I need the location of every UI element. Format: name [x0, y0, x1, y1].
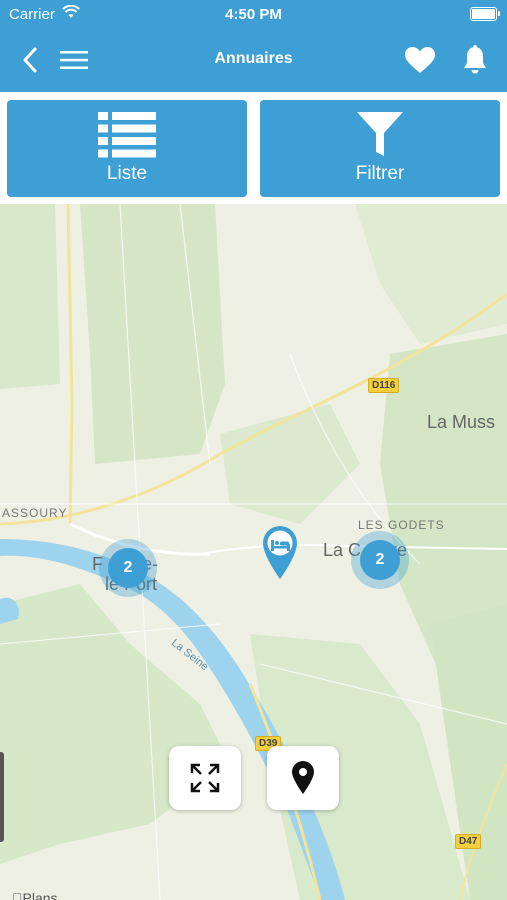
status-bar: Carrier 4:50 PM	[0, 0, 507, 28]
cluster-marker[interactable]: 2	[351, 531, 409, 589]
cluster-count: 2	[108, 548, 148, 588]
filter-button[interactable]: Filtrer	[260, 100, 500, 197]
map-view[interactable]: La Muss ASSOURY LES GODETS La C dre F in…	[0, 204, 507, 900]
side-handle	[0, 752, 4, 842]
list-button-label: Liste	[106, 163, 148, 184]
filter-button-label: Filtrer	[355, 163, 405, 184]
clock: 4:50 PM	[225, 6, 282, 23]
heart-icon[interactable]	[402, 42, 438, 78]
action-bar: Liste Filtrer	[0, 92, 507, 204]
list-button[interactable]: Liste	[7, 100, 247, 197]
map-attribution: Plans	[12, 890, 58, 900]
navigation-bar: Annuaires	[0, 28, 507, 92]
place-label-les-godets: LES GODETS	[358, 518, 445, 532]
place-label-assoury: ASSOURY	[2, 506, 68, 520]
battery-icon	[470, 7, 500, 21]
road-badge-d116: D116	[368, 378, 400, 393]
location-pin-icon	[292, 761, 314, 794]
map-background	[0, 204, 507, 900]
cluster-marker[interactable]: 2	[99, 539, 157, 597]
fullscreen-button[interactable]	[169, 746, 241, 810]
expand-icon	[190, 763, 220, 793]
locate-button[interactable]	[267, 746, 339, 810]
filter-icon	[357, 112, 403, 156]
place-label-la-muss: La Muss	[427, 412, 496, 432]
hotel-pin-icon[interactable]	[261, 524, 299, 585]
cluster-count: 2	[360, 540, 400, 580]
road-badge-d47: D47	[455, 834, 482, 849]
bell-icon[interactable]	[457, 42, 493, 78]
list-icon	[98, 112, 156, 158]
